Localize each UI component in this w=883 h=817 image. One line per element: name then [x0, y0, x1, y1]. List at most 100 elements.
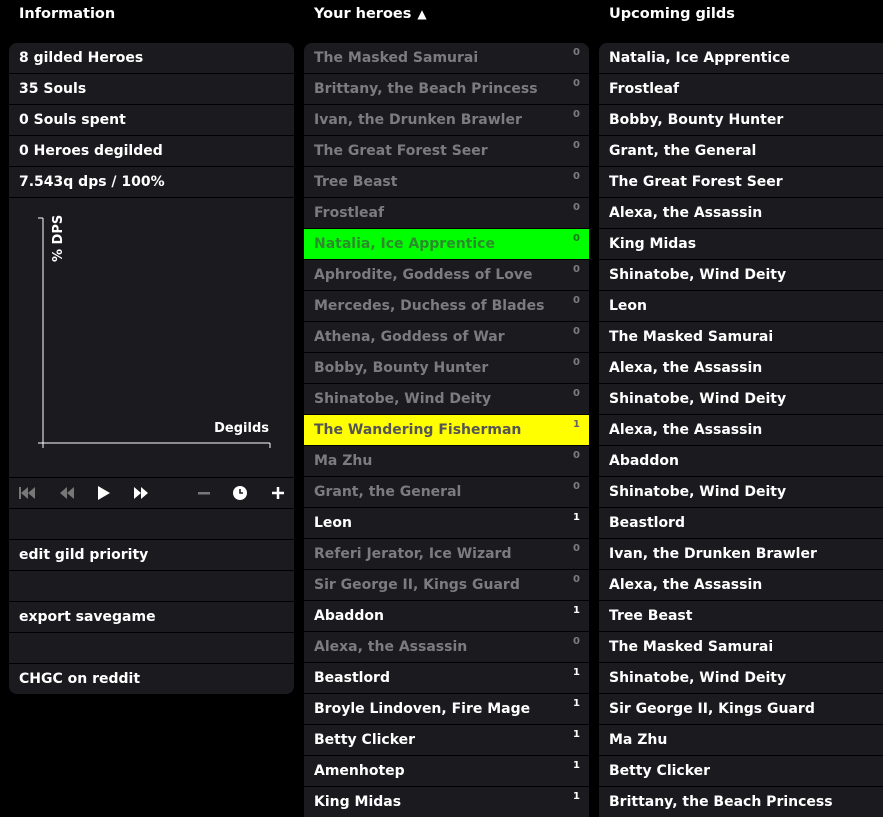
plus-icon[interactable]	[269, 485, 287, 501]
menu-spacer-2	[9, 571, 294, 602]
hero-name: King Midas	[314, 794, 402, 810]
hero-row[interactable]: Broyle Lindoven, Fire Mage 1	[304, 694, 589, 725]
hero-row[interactable]: Brittany, the Beach Princess 0	[304, 74, 589, 105]
hero-gild-count: 1	[573, 791, 580, 802]
information-title: Information	[19, 6, 116, 22]
hero-row[interactable]: Frostleaf 0	[304, 198, 589, 229]
upcoming-gild-row: Alexa, the Assassin	[599, 415, 883, 446]
hero-gild-count: 1	[573, 605, 580, 616]
hero-name: Brittany, the Beach Princess	[314, 81, 538, 97]
hero-row[interactable]: Beastlord 1	[304, 663, 589, 694]
hero-row[interactable]: Athena, Goddess of War 0	[304, 322, 589, 353]
your-heroes-label: Your heroes	[314, 6, 412, 22]
hero-gild-count: 0	[573, 357, 580, 368]
hero-name: Leon	[314, 515, 353, 531]
hero-gild-count: 0	[573, 78, 580, 89]
upcoming-gild-row: The Masked Samurai	[599, 632, 883, 663]
hero-gild-count: 0	[573, 636, 580, 647]
hero-row[interactable]: The Wandering Fisherman 1	[304, 415, 589, 446]
hero-gild-count: 0	[573, 450, 580, 461]
sort-arrow-up-icon[interactable]: ▲	[417, 7, 426, 21]
hero-name: The Masked Samurai	[314, 50, 479, 66]
upcoming-gild-row: Shinatobe, Wind Deity	[599, 384, 883, 415]
stat-souls-spent: 0 Souls spent	[9, 105, 294, 136]
upcoming-gild-row: Alexa, the Assassin	[599, 570, 883, 601]
hero-name: Athena, Goddess of War	[314, 329, 505, 345]
hero-name: Mercedes, Duchess of Blades	[314, 298, 545, 314]
hero-gild-count: 0	[573, 233, 580, 244]
hero-row[interactable]: Ivan, the Drunken Brawler 0	[304, 105, 589, 136]
hero-row[interactable]: Abaddon 1	[304, 601, 589, 632]
hero-row[interactable]: Alexa, the Assassin 0	[304, 632, 589, 663]
hero-gild-count: 1	[573, 419, 580, 430]
hero-row[interactable]: The Great Forest Seer 0	[304, 136, 589, 167]
hero-row[interactable]: Sir George II, Kings Guard 0	[304, 570, 589, 601]
hero-row[interactable]: The Masked Samurai 0	[304, 43, 589, 74]
upcoming-gild-row: Shinatobe, Wind Deity	[599, 663, 883, 694]
hero-name: Referi Jerator, Ice Wizard	[314, 546, 512, 562]
y-axis-label: % DPS	[51, 215, 66, 262]
upcoming-gild-row: Ivan, the Drunken Brawler	[599, 539, 883, 570]
play-icon[interactable]	[95, 485, 113, 501]
hero-name: Beastlord	[314, 670, 390, 686]
dps-chart: % DPS Degilds	[9, 198, 294, 478]
x-axis-label: Degilds	[214, 421, 269, 436]
hero-name: Broyle Lindoven, Fire Mage	[314, 701, 531, 717]
hero-gild-count: 0	[573, 47, 580, 58]
hero-name: Frostleaf	[314, 205, 385, 221]
skip-back-icon[interactable]	[18, 485, 36, 501]
stat-heroes-degilded: 0 Heroes degilded	[9, 136, 294, 167]
hero-gild-count: 0	[573, 171, 580, 182]
hero-row[interactable]: Ma Zhu 0	[304, 446, 589, 477]
dps-chart-svg: % DPS Degilds	[38, 215, 271, 448]
hero-row[interactable]: Betty Clicker 1	[304, 725, 589, 756]
upcoming-gild-row: Frostleaf	[599, 74, 883, 105]
upcoming-gilds-title: Upcoming gilds	[609, 6, 735, 22]
hero-row[interactable]: King Midas 1	[304, 787, 589, 817]
hero-row[interactable]: Referi Jerator, Ice Wizard 0	[304, 539, 589, 570]
chgc-reddit-link[interactable]: CHGC on reddit	[9, 664, 294, 694]
hero-row[interactable]: Grant, the General 0	[304, 477, 589, 508]
hero-row[interactable]: Mercedes, Duchess of Blades 0	[304, 291, 589, 322]
upcoming-gild-row: Leon	[599, 291, 883, 322]
hero-row[interactable]: Leon 1	[304, 508, 589, 539]
upcoming-gild-row: Natalia, Ice Apprentice	[599, 43, 883, 74]
upcoming-gild-row: Alexa, the Assassin	[599, 353, 883, 384]
hero-name: Alexa, the Assassin	[314, 639, 468, 655]
hero-row[interactable]: Aphrodite, Goddess of Love 0	[304, 260, 589, 291]
upcoming-gild-row: Shinatobe, Wind Deity	[599, 477, 883, 508]
hero-name: Shinatobe, Wind Deity	[314, 391, 492, 407]
playback-controls	[9, 478, 294, 509]
hero-row[interactable]: Shinatobe, Wind Deity 0	[304, 384, 589, 415]
edit-gild-priority-link[interactable]: edit gild priority	[9, 540, 294, 571]
upcoming-gild-row: Bobby, Bounty Hunter	[599, 105, 883, 136]
upcoming-gild-row: Beastlord	[599, 508, 883, 539]
hero-row[interactable]: Tree Beast 0	[304, 167, 589, 198]
minus-icon[interactable]	[195, 485, 213, 501]
hero-row[interactable]: Natalia, Ice Apprentice 0	[304, 229, 589, 260]
hero-name: Grant, the General	[314, 484, 462, 500]
hero-name: The Great Forest Seer	[314, 143, 488, 159]
clock-icon[interactable]	[231, 485, 249, 501]
information-panel: 8 gilded Heroes 35 Souls 0 Souls spent 0…	[9, 43, 294, 694]
heroes-list: The Masked Samurai 0 Brittany, the Beach P…	[304, 43, 589, 817]
hero-row[interactable]: Bobby, Bounty Hunter 0	[304, 353, 589, 384]
hero-gild-count: 1	[573, 698, 580, 709]
upcoming-gilds-list: Natalia, Ice Apprentice Frostleaf Bobby, B…	[599, 43, 883, 817]
export-savegame-link[interactable]: export savegame	[9, 602, 294, 633]
stat-souls: 35 Souls	[9, 74, 294, 105]
hero-row[interactable]: Amenhotep 1	[304, 756, 589, 787]
stat-gilded-heroes: 8 gilded Heroes	[9, 43, 294, 74]
hero-gild-count: 0	[573, 109, 580, 120]
hero-name: Tree Beast	[314, 174, 398, 190]
hero-gild-count: 0	[573, 264, 580, 275]
upcoming-gild-row: Ma Zhu	[599, 725, 883, 756]
rewind-icon[interactable]	[58, 485, 76, 501]
fast-forward-icon[interactable]	[132, 485, 150, 501]
hero-gild-count: 0	[573, 202, 580, 213]
menu-spacer-3	[9, 633, 294, 664]
upcoming-gild-row: Brittany, the Beach Princess	[609, 794, 833, 810]
your-heroes-title[interactable]: Your heroes ▲	[314, 0, 427, 30]
hero-name: Natalia, Ice Apprentice	[314, 236, 495, 252]
hero-name: Aphrodite, Goddess of Love	[314, 267, 533, 283]
